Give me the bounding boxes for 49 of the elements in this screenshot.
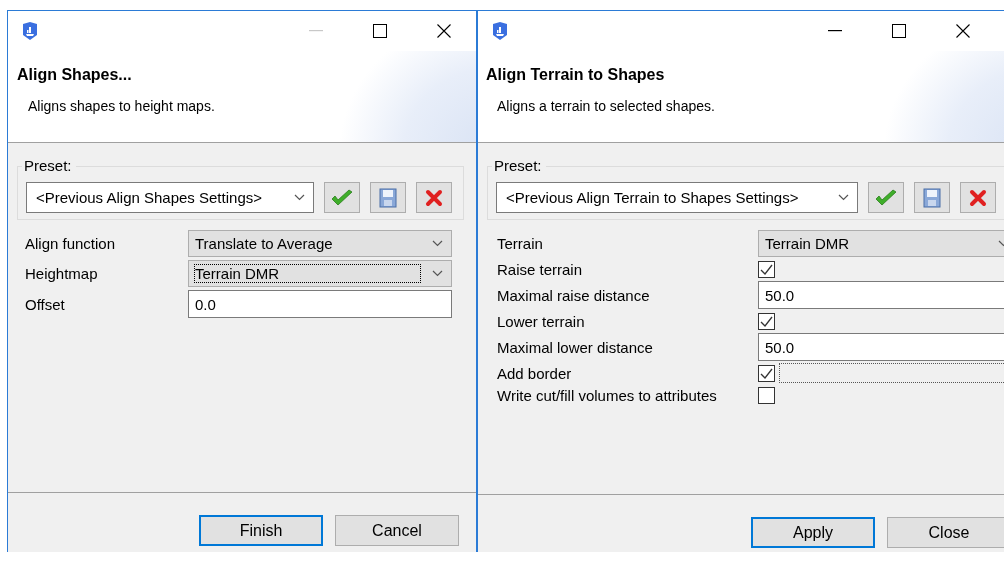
dialog-description: Aligns a terrain to selected shapes. bbox=[497, 98, 716, 114]
dialog-description: Aligns shapes to height maps. bbox=[28, 98, 216, 114]
checkbox[interactable] bbox=[758, 312, 775, 330]
maximize-icon bbox=[892, 24, 906, 38]
input-field[interactable]: 0.0 bbox=[188, 290, 452, 318]
field-label: Heightmap bbox=[24, 265, 99, 282]
field-label: Add border bbox=[496, 364, 573, 382]
preset-dropdown[interactable]: <Previous Align Terrain to Shapes Settings> bbox=[496, 182, 858, 213]
dialog-title: Align Shapes... bbox=[17, 66, 133, 85]
delete-preset-button[interactable] bbox=[960, 182, 996, 213]
dialog-button[interactable]: Cancel bbox=[335, 515, 459, 546]
input-field[interactable]: 50.0 bbox=[758, 333, 1004, 361]
field-label: Raise terrain bbox=[496, 260, 584, 278]
close-icon bbox=[956, 24, 970, 38]
checkbox[interactable] bbox=[758, 260, 775, 278]
dialog-button[interactable]: Apply bbox=[751, 517, 875, 548]
checkmark-icon bbox=[760, 315, 773, 327]
checkmark-icon bbox=[874, 188, 898, 207]
delete-preset-button[interactable] bbox=[416, 182, 452, 213]
field-label: Align function bbox=[24, 235, 117, 252]
dialog-button[interactable]: Finish bbox=[199, 515, 323, 546]
field-label: Maximal lower distance bbox=[496, 338, 654, 356]
dialog-button[interactable]: Close bbox=[887, 517, 1004, 548]
field-label: Write cut/fill volumes to attributes bbox=[496, 386, 718, 404]
apply-preset-button[interactable] bbox=[868, 182, 904, 213]
app-icon bbox=[20, 21, 40, 41]
save-preset-button[interactable] bbox=[914, 182, 950, 213]
checkmark-icon bbox=[760, 367, 773, 379]
close-icon bbox=[437, 24, 451, 38]
preset-dropdown[interactable]: <Previous Align Shapes Settings> bbox=[26, 182, 314, 213]
field-label: Offset bbox=[24, 295, 66, 313]
input-field[interactable]: 50.0 bbox=[758, 281, 1004, 309]
checkmark-icon bbox=[760, 263, 773, 275]
dialog-title: Align Terrain to Shapes bbox=[486, 66, 666, 85]
dropdown[interactable]: Terrain DMR bbox=[188, 260, 452, 287]
save-preset-button[interactable] bbox=[370, 182, 406, 213]
apply-preset-button[interactable] bbox=[324, 182, 360, 213]
delete-icon bbox=[425, 188, 443, 207]
maximize-icon bbox=[373, 24, 387, 38]
app-icon bbox=[490, 21, 510, 41]
field-label: Lower terrain bbox=[496, 312, 586, 330]
field-label: Terrain bbox=[496, 235, 544, 252]
checkmark-icon bbox=[330, 188, 354, 207]
dropdown[interactable]: Translate to Average bbox=[188, 230, 452, 257]
checkbox[interactable] bbox=[758, 364, 775, 382]
field-label: Maximal raise distance bbox=[496, 286, 651, 304]
checkbox[interactable] bbox=[758, 386, 775, 404]
dropdown[interactable]: Terrain DMR bbox=[758, 230, 1004, 257]
delete-icon bbox=[969, 188, 987, 207]
